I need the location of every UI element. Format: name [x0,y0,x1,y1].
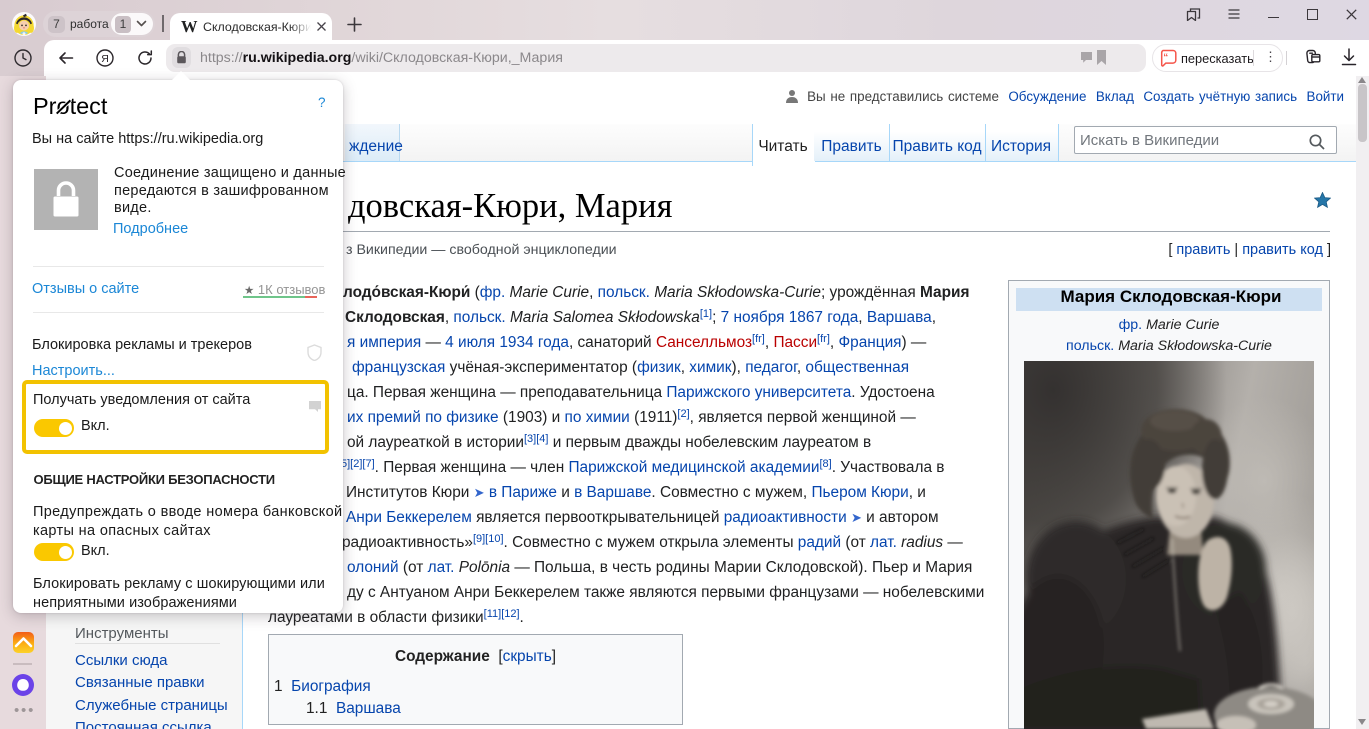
svg-text:Я: Я [101,53,109,65]
svg-text:“: “ [1163,53,1168,64]
